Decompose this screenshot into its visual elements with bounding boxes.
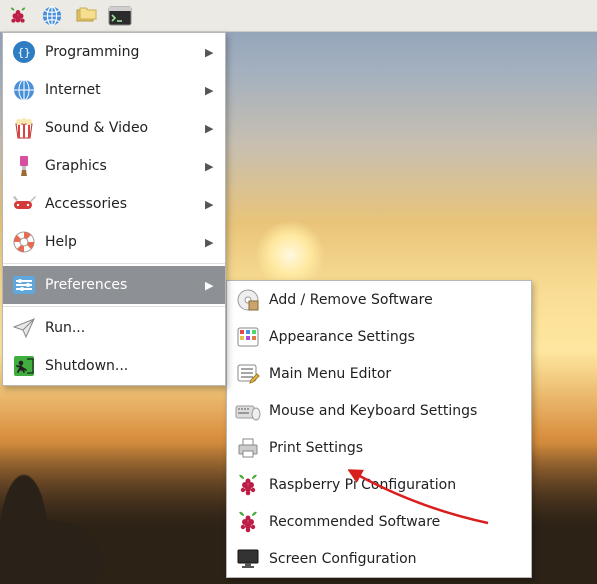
menu-editor-icon — [235, 361, 261, 387]
chevron-right-icon: ▶ — [205, 122, 215, 135]
menu-item-label: Graphics — [45, 158, 197, 174]
preferences-submenu: Add / Remove Software Appearance Setting… — [226, 280, 532, 578]
folders-icon — [74, 6, 98, 26]
menu-item-shutdown[interactable]: Shutdown... — [3, 347, 225, 385]
file-manager-launcher[interactable] — [72, 3, 100, 29]
submenu-item-appearance-settings[interactable]: Appearance Settings — [227, 318, 531, 355]
paintbrush-icon — [11, 153, 37, 179]
submenu-item-screen-configuration[interactable]: Screen Configuration — [227, 540, 531, 577]
menu-item-graphics[interactable]: Graphics ▶ — [3, 147, 225, 185]
menu-item-help[interactable]: Help ▶ — [3, 223, 225, 261]
submenu-item-label: Raspberry Pi Configuration — [269, 477, 521, 493]
submenu-item-print-settings[interactable]: Print Settings — [227, 429, 531, 466]
globe-icon — [41, 5, 63, 27]
lifebuoy-icon — [11, 229, 37, 255]
menu-item-accessories[interactable]: Accessories ▶ — [3, 185, 225, 223]
popcorn-icon — [11, 115, 37, 141]
monitor-icon — [235, 546, 261, 572]
chevron-right-icon: ▶ — [205, 279, 215, 292]
menu-separator — [3, 263, 225, 264]
menu-item-label: Shutdown... — [45, 358, 215, 374]
menu-item-label: Programming — [45, 44, 197, 60]
raspberry-icon — [235, 509, 261, 535]
menu-item-programming[interactable]: {} Programming ▶ — [3, 33, 225, 71]
cd-package-icon — [235, 287, 261, 313]
menu-item-preferences[interactable]: Preferences ▶ — [3, 266, 225, 304]
taskbar — [0, 0, 597, 32]
chevron-right-icon: ▶ — [205, 46, 215, 59]
palette-icon — [235, 324, 261, 350]
chevron-right-icon: ▶ — [205, 198, 215, 211]
sliders-icon — [11, 272, 37, 298]
menu-separator — [3, 306, 225, 307]
chevron-right-icon: ▶ — [205, 160, 215, 173]
code-icon: {} — [11, 39, 37, 65]
exit-icon — [11, 353, 37, 379]
terminal-icon — [108, 6, 132, 26]
menu-item-label: Internet — [45, 82, 197, 98]
submenu-item-mouse-keyboard-settings[interactable]: Mouse and Keyboard Settings — [227, 392, 531, 429]
svg-text:{}: {} — [17, 46, 30, 59]
submenu-item-label: Mouse and Keyboard Settings — [269, 403, 521, 419]
terminal-launcher[interactable] — [106, 3, 134, 29]
submenu-item-label: Recommended Software — [269, 514, 521, 530]
swiss-knife-icon — [11, 191, 37, 217]
menu-item-label: Help — [45, 234, 197, 250]
submenu-item-label: Main Menu Editor — [269, 366, 521, 382]
application-menu: {} Programming ▶ Internet ▶ Sound & Vide… — [2, 32, 226, 386]
menu-item-sound-video[interactable]: Sound & Video ▶ — [3, 109, 225, 147]
submenu-item-label: Print Settings — [269, 440, 521, 456]
submenu-item-label: Add / Remove Software — [269, 292, 521, 308]
paper-plane-icon — [11, 315, 37, 341]
submenu-item-label: Screen Configuration — [269, 551, 521, 567]
raspberry-icon — [7, 5, 29, 27]
web-browser-launcher[interactable] — [38, 3, 66, 29]
globe-icon — [11, 77, 37, 103]
menu-item-label: Preferences — [45, 277, 197, 293]
menu-item-label: Accessories — [45, 196, 197, 212]
menu-item-internet[interactable]: Internet ▶ — [3, 71, 225, 109]
raspberry-menu-button[interactable] — [4, 3, 32, 29]
chevron-right-icon: ▶ — [205, 236, 215, 249]
menu-item-run[interactable]: Run... — [3, 309, 225, 347]
printer-icon — [235, 435, 261, 461]
raspberry-icon — [235, 472, 261, 498]
chevron-right-icon: ▶ — [205, 84, 215, 97]
menu-item-label: Run... — [45, 320, 215, 336]
submenu-item-main-menu-editor[interactable]: Main Menu Editor — [227, 355, 531, 392]
submenu-item-raspberry-pi-configuration[interactable]: Raspberry Pi Configuration — [227, 466, 531, 503]
submenu-item-label: Appearance Settings — [269, 329, 521, 345]
submenu-item-recommended-software[interactable]: Recommended Software — [227, 503, 531, 540]
menu-item-label: Sound & Video — [45, 120, 197, 136]
keyboard-mouse-icon — [235, 398, 261, 424]
submenu-item-add-remove-software[interactable]: Add / Remove Software — [227, 281, 531, 318]
